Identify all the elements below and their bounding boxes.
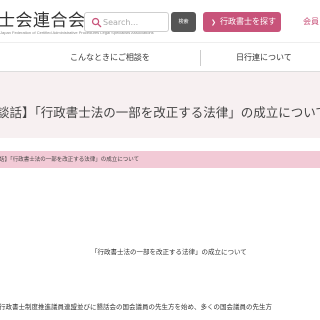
breadcrumb: 話】「行政書士法の一部を改正する法律」の成立について — [0, 157, 140, 163]
find-gyoseishoshi-button[interactable]: ❯ 行政書士を探す — [203, 12, 281, 32]
nav-item-consultation[interactable]: こんなときにご相談を — [70, 43, 150, 73]
member-link[interactable]: 会員 — [303, 16, 319, 27]
search-icon — [91, 17, 102, 28]
search-box[interactable] — [84, 12, 169, 32]
search-input[interactable] — [103, 15, 167, 30]
page-title-band: 談話】「行政書士法の一部を改正する法律」の成立について — [0, 72, 320, 138]
site-logo[interactable]: 士会連合会 — [0, 6, 86, 31]
nav-item-about[interactable]: 日行連について — [236, 43, 292, 73]
global-nav: こんなときにご相談を 日行連について — [0, 42, 320, 72]
page-title: 談話】「行政書士法の一部を改正する法律」の成立について — [0, 105, 320, 120]
breadcrumb-bar: 話】「行政書士法の一部を改正する法律」の成立について — [0, 151, 320, 168]
content-body: 行政書士制度推進議員連盟並びに懇話会の国会議員の先生方を始め、多くの国会議員の先… — [0, 303, 272, 311]
nav-divider — [200, 50, 201, 66]
find-button-label: 行政書士を探す — [220, 17, 277, 26]
search-button[interactable]: 検索 — [171, 12, 196, 32]
chevron-right-icon: ❯ — [211, 19, 217, 26]
site-header: 士会連合会 Japan Federation of Certified Admi… — [0, 0, 320, 42]
content-title: 「行政書士法の一部を改正する法律」の成立について — [91, 248, 247, 256]
